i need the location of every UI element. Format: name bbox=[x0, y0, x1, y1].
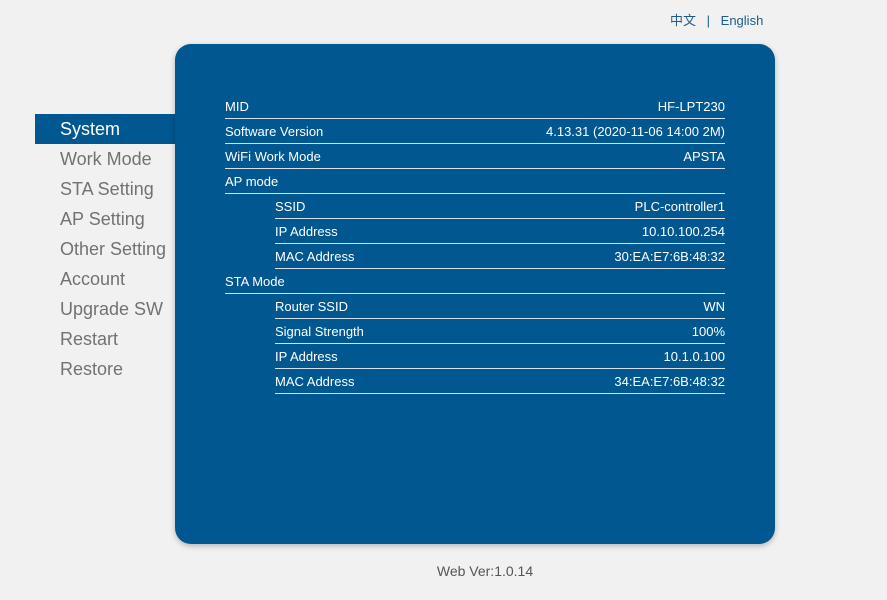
ap-mac-label: MAC Address bbox=[275, 249, 355, 264]
language-english-link[interactable]: English bbox=[721, 13, 764, 28]
language-chinese-link[interactable]: 中文 bbox=[670, 13, 696, 28]
sta-router-ssid-value: WN bbox=[703, 299, 725, 314]
software-version-row: Software Version 4.13.31 (2020-11-06 14:… bbox=[225, 119, 725, 144]
ap-mac-row: MAC Address 30:EA:E7:6B:48:32 bbox=[275, 244, 725, 269]
ap-mode-label: AP mode bbox=[225, 174, 279, 189]
mid-value: HF-LPT230 bbox=[657, 99, 725, 114]
sta-mode-section-header: STA Mode bbox=[225, 269, 725, 294]
sta-mode-label: STA Mode bbox=[225, 274, 285, 289]
system-info-table: MID HF-LPT230 Software Version 4.13.31 (… bbox=[225, 94, 725, 394]
software-version-label: Software Version bbox=[225, 124, 324, 139]
sta-router-ssid-row: Router SSID WN bbox=[275, 294, 725, 319]
sidebar-nav: System Work Mode STA Setting AP Setting … bbox=[35, 114, 175, 384]
sidebar-item-work-mode[interactable]: Work Mode bbox=[35, 144, 175, 174]
sidebar-item-ap-setting[interactable]: AP Setting bbox=[35, 204, 175, 234]
sidebar-item-restart[interactable]: Restart bbox=[35, 324, 175, 354]
language-switcher: 中文 | English bbox=[670, 10, 763, 29]
sta-ip-label: IP Address bbox=[275, 349, 338, 364]
sidebar-item-sta-setting[interactable]: STA Setting bbox=[35, 174, 175, 204]
ap-mode-section-header: AP mode bbox=[225, 169, 725, 194]
sta-mac-value: 34:EA:E7:6B:48:32 bbox=[614, 374, 725, 389]
sta-signal-strength-value: 100% bbox=[691, 324, 725, 339]
mid-row: MID HF-LPT230 bbox=[225, 94, 725, 119]
software-version-value: 4.13.31 (2020-11-06 14:00 2M) bbox=[546, 124, 725, 139]
mid-label: MID bbox=[225, 99, 249, 114]
ap-mac-value: 30:EA:E7:6B:48:32 bbox=[614, 249, 725, 264]
sidebar-item-system[interactable]: System bbox=[35, 114, 175, 144]
wifi-work-mode-value: APSTA bbox=[683, 149, 725, 164]
ap-ssid-row: SSID PLC-controller1 bbox=[275, 194, 725, 219]
ap-ip-label: IP Address bbox=[275, 224, 338, 239]
sta-ip-value: 10.1.0.100 bbox=[663, 349, 725, 364]
wifi-work-mode-row: WiFi Work Mode APSTA bbox=[225, 144, 725, 169]
sta-ip-row: IP Address 10.1.0.100 bbox=[275, 344, 725, 369]
ap-ip-value: 10.10.100.254 bbox=[641, 224, 725, 239]
sidebar-item-other-setting[interactable]: Other Setting bbox=[35, 234, 175, 264]
sta-signal-strength-label: Signal Strength bbox=[275, 324, 364, 339]
sidebar-item-account[interactable]: Account bbox=[35, 264, 175, 294]
sidebar-item-upgrade-sw[interactable]: Upgrade SW bbox=[35, 294, 175, 324]
sta-signal-strength-row: Signal Strength 100% bbox=[275, 319, 725, 344]
sidebar-item-restore[interactable]: Restore bbox=[35, 354, 175, 384]
sta-router-ssid-label: Router SSID bbox=[275, 299, 348, 314]
ap-ssid-label: SSID bbox=[275, 199, 306, 214]
ap-ssid-value: PLC-controller1 bbox=[634, 199, 725, 214]
language-separator: | bbox=[706, 13, 711, 28]
ap-ip-row: IP Address 10.10.100.254 bbox=[275, 219, 725, 244]
wifi-work-mode-label: WiFi Work Mode bbox=[225, 149, 321, 164]
sta-mac-row: MAC Address 34:EA:E7:6B:48:32 bbox=[275, 369, 725, 394]
web-version-footer: Web Ver:1.0.14 bbox=[436, 563, 534, 579]
system-info-panel: MID HF-LPT230 Software Version 4.13.31 (… bbox=[175, 44, 775, 544]
sta-mac-label: MAC Address bbox=[275, 374, 355, 389]
